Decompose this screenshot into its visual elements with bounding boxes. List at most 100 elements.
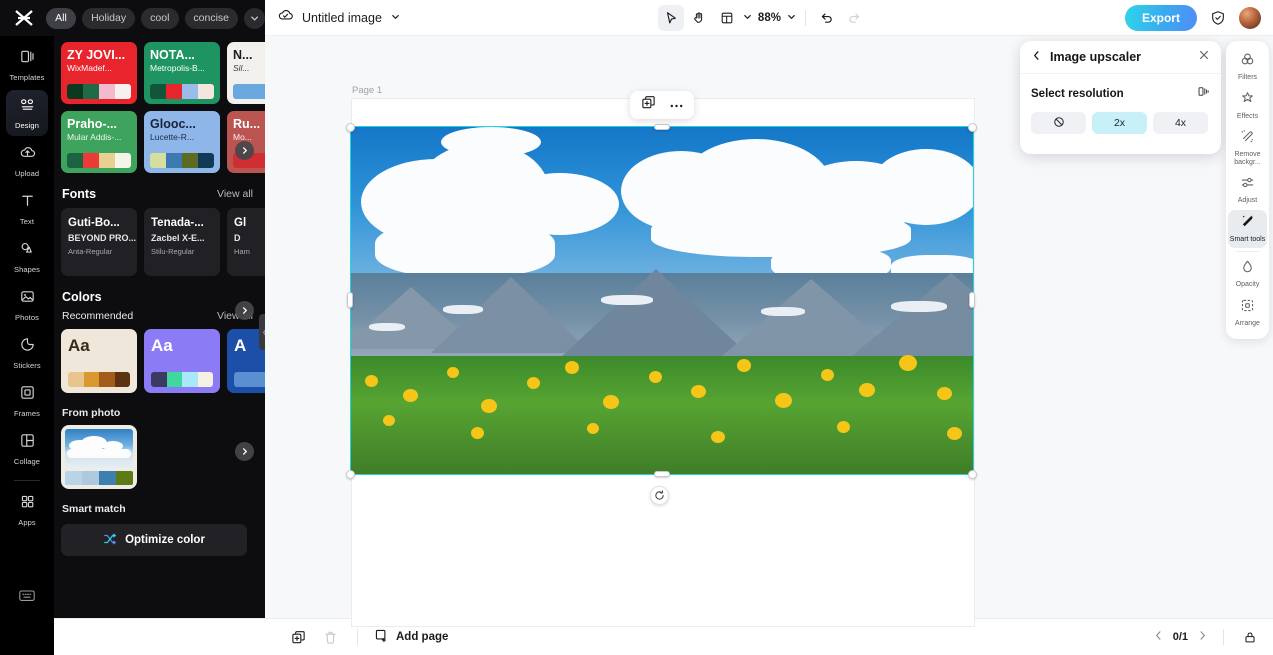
left-rail: Templates Design Upload Text Shapes Phot… xyxy=(0,36,54,618)
compare-icon[interactable] xyxy=(1197,85,1210,103)
tool-arrange[interactable]: Arrange xyxy=(1228,294,1267,332)
layout-caret-icon[interactable] xyxy=(742,9,753,27)
resolution-label: 4x xyxy=(1174,117,1187,129)
from-photo-card[interactable] xyxy=(61,425,137,489)
duplicate-page-icon[interactable] xyxy=(287,626,309,648)
export-button[interactable]: Export xyxy=(1124,4,1197,31)
shield-check-icon[interactable] xyxy=(1205,5,1231,31)
sidebar-item-label: Frames xyxy=(13,409,41,418)
redo-button[interactable] xyxy=(842,5,868,31)
lock-icon[interactable] xyxy=(1239,626,1261,648)
user-avatar[interactable] xyxy=(1238,6,1261,29)
font-sample-1: Guti-Bo... xyxy=(68,217,120,229)
sidebar-item-photos[interactable]: Photos xyxy=(6,282,48,328)
layout-tool[interactable] xyxy=(714,5,740,31)
font-card[interactable]: Gl D Ham xyxy=(227,208,265,276)
font-name: Stilu-Regular xyxy=(151,247,195,256)
template-card[interactable]: ZY JOVI... WixMadef... xyxy=(61,42,137,104)
chevron-down-icon[interactable] xyxy=(243,7,265,29)
image-upscaler-panel: Image upscaler Select resolution 2x 4x xyxy=(1020,41,1221,154)
fonts-view-all[interactable]: View all xyxy=(217,188,253,200)
template-card[interactable]: N... Sil... xyxy=(227,42,265,104)
font-card[interactable]: Guti-Bo... BEYOND PRO... Anta-Regular xyxy=(61,208,137,276)
prev-page-button[interactable] xyxy=(1153,628,1164,646)
ellipsis-icon[interactable] xyxy=(669,96,684,114)
close-icon[interactable] xyxy=(1198,48,1210,66)
resize-handle-right[interactable] xyxy=(969,292,975,308)
select-resolution-label: Select resolution xyxy=(1031,88,1124,100)
template-title: NOTA... xyxy=(150,49,195,62)
selected-image[interactable] xyxy=(350,126,974,475)
chevron-down-icon[interactable] xyxy=(390,9,401,27)
font-card[interactable]: Tenada-... Zacbel X-E... Stilu-Regular xyxy=(144,208,220,276)
zoom-level[interactable]: 88% xyxy=(755,12,784,24)
resize-handle-top[interactable] xyxy=(654,124,670,130)
resize-handle-top-right[interactable] xyxy=(968,123,977,132)
sidebar-item-upload[interactable]: Upload xyxy=(6,138,48,184)
sidebar-item-frames[interactable]: Frames xyxy=(6,378,48,424)
sidebar-item-collage[interactable]: Collage xyxy=(6,426,48,472)
trash-icon[interactable] xyxy=(319,626,341,648)
template-card[interactable]: Glooc... Lucette-R... xyxy=(144,111,220,173)
tool-adjust[interactable]: Adjust xyxy=(1228,171,1267,209)
tool-effects[interactable]: Effects xyxy=(1228,87,1267,125)
rotate-handle-icon[interactable] xyxy=(650,486,669,505)
add-page-button[interactable]: Add page xyxy=(374,628,448,646)
undo-button[interactable] xyxy=(814,5,840,31)
palette-swatches xyxy=(234,372,265,387)
resolution-option-none[interactable] xyxy=(1031,112,1086,134)
sidebar-item-label: Templates xyxy=(9,73,45,82)
fonts-next-arrow[interactable] xyxy=(235,301,254,320)
zoom-caret-icon[interactable] xyxy=(786,9,797,27)
hand-tool[interactable] xyxy=(686,5,712,31)
sidebar-item-templates[interactable]: Templates xyxy=(6,42,48,88)
tool-opacity[interactable]: Opacity xyxy=(1228,255,1267,293)
document-title-group[interactable]: Untitled image xyxy=(277,7,401,29)
canvas-tool-cluster: 88% xyxy=(657,4,868,31)
template-card[interactable]: NOTA... Metropolis-B... xyxy=(144,42,220,104)
color-sample-text: Aa xyxy=(151,336,173,355)
sidebar-item-apps[interactable]: Apps xyxy=(6,487,48,533)
resize-handle-bottom[interactable] xyxy=(654,471,670,477)
optimize-color-button[interactable]: Optimize color xyxy=(61,524,247,556)
duplicate-icon[interactable] xyxy=(641,95,656,115)
panel-collapse-handle[interactable] xyxy=(259,314,265,350)
tool-label: Opacity xyxy=(1235,281,1260,289)
chevron-left-icon[interactable] xyxy=(1031,48,1042,66)
sidebar-item-design[interactable]: Design xyxy=(6,90,48,136)
resolution-option-2x[interactable]: 2x xyxy=(1092,112,1147,134)
resize-handle-top-left[interactable] xyxy=(346,123,355,132)
opacity-icon xyxy=(1240,259,1255,279)
resize-handle-bottom-left[interactable] xyxy=(346,470,355,479)
keyboard-shortcuts-icon[interactable] xyxy=(18,588,36,608)
resize-handle-left[interactable] xyxy=(347,292,353,308)
next-page-button[interactable] xyxy=(1197,628,1208,646)
font-sample-2: D xyxy=(234,233,241,243)
tool-smart-tools[interactable]: Smart tools xyxy=(1228,210,1267,249)
tool-filters[interactable]: Filters xyxy=(1228,48,1267,86)
colors-next-arrow[interactable] xyxy=(235,442,254,461)
template-card[interactable]: Praho-... Mular Addis-... xyxy=(61,111,137,173)
chip-label: cool xyxy=(150,12,170,24)
sidebar-item-stickers[interactable]: Stickers xyxy=(6,330,48,376)
filter-chip-cool[interactable]: cool xyxy=(140,7,179,29)
filter-chip-concise[interactable]: concise xyxy=(184,7,238,29)
resolution-option-4x[interactable]: 4x xyxy=(1153,112,1208,134)
templates-icon xyxy=(19,48,36,70)
tool-remove-background[interactable]: Remove backgr... xyxy=(1228,126,1267,170)
resize-handle-bottom-right[interactable] xyxy=(968,470,977,479)
color-palette-card[interactable]: Aa xyxy=(61,329,137,393)
filter-chip-holiday[interactable]: Holiday xyxy=(82,7,135,29)
sidebar-item-label: Upload xyxy=(14,169,40,178)
color-palette-card[interactable]: Aa xyxy=(144,329,220,393)
capcut-logo-icon[interactable] xyxy=(8,0,40,36)
rail-divider xyxy=(14,480,40,481)
select-tool[interactable] xyxy=(657,4,684,31)
top-bar-right: Untitled image 88% Export xyxy=(265,0,1273,36)
templates-next-arrow[interactable] xyxy=(235,141,254,160)
sidebar-item-shapes[interactable]: Shapes xyxy=(6,234,48,280)
canvas-area[interactable]: Page 1 Image upscaler Select resolution … xyxy=(265,36,1273,626)
sidebar-item-text[interactable]: Text xyxy=(6,186,48,232)
top-bar-left-dark: All Holiday cool concise xyxy=(0,0,265,36)
filter-chip-all[interactable]: All xyxy=(45,7,77,29)
